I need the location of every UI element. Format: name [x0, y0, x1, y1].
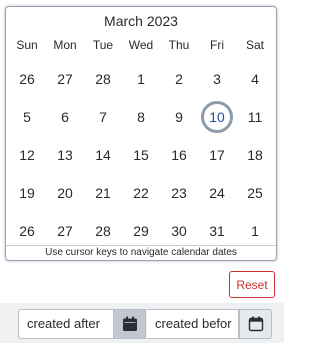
weekday-thu: Thu: [168, 38, 190, 52]
weekday-header: Sun Mon Tue Wed Thu Fri Sat: [8, 38, 274, 54]
day-cell[interactable]: 15: [122, 136, 160, 174]
month-title: March 2023: [104, 13, 178, 29]
weekday-tue: Tue: [92, 38, 114, 52]
weekday-sat: Sat: [245, 38, 264, 52]
created-before-input[interactable]: created befor: [147, 309, 239, 339]
weekday-fri: Fri: [210, 38, 224, 52]
day-cell[interactable]: 1: [122, 60, 160, 98]
created-after-input[interactable]: created after: [18, 309, 114, 339]
day-cell[interactable]: 13: [46, 136, 84, 174]
weekday-mon: Mon: [53, 38, 77, 52]
day-cell[interactable]: 8: [122, 98, 160, 136]
keyboard-hint: Use cursor keys to navigate calendar dat…: [6, 245, 276, 260]
created-before-calendar-button[interactable]: [239, 309, 272, 339]
day-cell[interactable]: 6: [46, 98, 84, 136]
reset-button[interactable]: Reset: [229, 271, 275, 298]
day-cell[interactable]: 5: [8, 98, 46, 136]
day-cell[interactable]: 21: [84, 174, 122, 212]
day-cell[interactable]: 27: [46, 60, 84, 98]
day-cell[interactable]: 25: [236, 174, 274, 212]
day-cell[interactable]: 12: [8, 136, 46, 174]
day-cell[interactable]: 23: [160, 174, 198, 212]
created-after-calendar-button[interactable]: [113, 309, 146, 339]
day-cell[interactable]: 3: [198, 60, 236, 98]
day-cell[interactable]: 16: [160, 136, 198, 174]
day-cell[interactable]: 17: [198, 136, 236, 174]
day-cell[interactable]: 26: [8, 60, 46, 98]
calendar-icon: [248, 316, 263, 332]
day-cell[interactable]: 7: [84, 98, 122, 136]
weekday-wed: Wed: [128, 38, 154, 52]
day-cell[interactable]: 14: [84, 136, 122, 174]
calendar-icon: [122, 316, 137, 331]
weekday-sun: Sun: [16, 38, 38, 52]
day-cell[interactable]: 9: [160, 98, 198, 136]
day-cell-selected[interactable]: 10: [198, 98, 236, 136]
day-cell[interactable]: 24: [198, 174, 236, 212]
day-cell[interactable]: 2: [160, 60, 198, 98]
day-cell[interactable]: 11: [236, 98, 274, 136]
day-cell[interactable]: 18: [236, 136, 274, 174]
date-filter-bar: created after created befor: [0, 303, 284, 343]
day-grid: 26 27 28 1 2 3 4 5 6 7 8 9 10 11 12 13 1…: [8, 60, 274, 250]
day-cell[interactable]: 19: [8, 174, 46, 212]
day-cell[interactable]: 28: [84, 60, 122, 98]
day-cell[interactable]: 20: [46, 174, 84, 212]
date-picker-popup: March 2023 Sun Mon Tue Wed Thu Fri Sat 2…: [5, 6, 277, 261]
day-cell[interactable]: 22: [122, 174, 160, 212]
day-cell[interactable]: 4: [236, 60, 274, 98]
